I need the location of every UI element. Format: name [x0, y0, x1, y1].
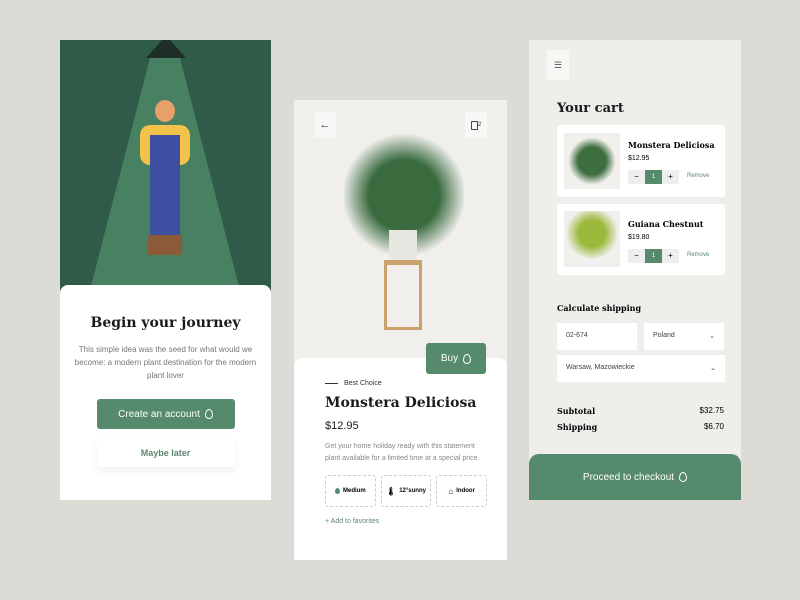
buy-label: Buy	[440, 353, 459, 364]
item-name: Guiana Chestnut	[628, 219, 704, 229]
person-figure	[140, 100, 190, 260]
item-image	[564, 133, 620, 189]
onboarding-screen: Begin your journey This simple idea was …	[60, 40, 271, 500]
water-drop-icon	[335, 488, 340, 494]
item-name: Monstera Deliciosa	[628, 140, 715, 150]
shipping-label: Shipping	[557, 422, 598, 432]
feature-light: Medium	[325, 475, 376, 507]
cart-screen: ☰ Your cart Monstera Deliciosa $12.95 − …	[529, 40, 741, 500]
buy-button[interactable]: Buy	[426, 343, 486, 374]
checkout-button[interactable]: Proceed to checkout	[529, 454, 741, 500]
back-button[interactable]: ←	[314, 112, 336, 138]
cart-item: Guiana Chestnut $19.80 − 1 + Remove	[557, 204, 725, 275]
product-tag: Best Choice	[325, 380, 487, 387]
cart-button[interactable]: 2	[465, 112, 487, 138]
chevron-down-icon: ⌄	[710, 365, 716, 372]
subtotal-label: Subtotal	[557, 406, 596, 416]
product-screen: ← 2 Best Choice Monstera Deliciosa $12.9…	[294, 100, 507, 560]
feature-temperature: 🌡 12°sunny	[380, 475, 432, 507]
postcode-input[interactable]: 02-674	[557, 323, 637, 350]
quantity-stepper: − 1 +	[628, 170, 679, 184]
menu-button[interactable]: ☰	[547, 50, 569, 80]
quantity-value[interactable]: 1	[645, 249, 662, 263]
lamp-icon	[146, 40, 186, 58]
shipping-value: $6.70	[703, 422, 724, 431]
quantity-value[interactable]: 1	[645, 170, 662, 184]
create-account-label: Create an account	[118, 408, 200, 420]
checkout-label: Proceed to checkout	[582, 471, 675, 483]
chevron-down-icon: ⌄	[709, 333, 715, 340]
decrease-button[interactable]: −	[628, 170, 645, 184]
product-card: Best Choice Monstera Deliciosa $12.95 Ge…	[294, 358, 507, 560]
increase-button[interactable]: +	[662, 249, 679, 263]
maybe-later-button[interactable]: Maybe later	[96, 439, 235, 467]
feature-location: ⌂ Indoor	[436, 475, 488, 507]
house-icon: ⌂	[448, 486, 454, 496]
onboarding-title: Begin your journey	[90, 315, 241, 331]
cart-count: 2	[477, 122, 482, 128]
subtotal-value: $32.75	[699, 406, 724, 415]
plant-image	[344, 130, 464, 330]
decrease-button[interactable]: −	[628, 249, 645, 263]
leaf-icon	[463, 353, 472, 364]
menu-icon: ☰	[553, 59, 563, 70]
product-name: Monstera Deliciosa	[325, 395, 477, 411]
remove-link[interactable]: Remove	[687, 173, 709, 179]
remove-link[interactable]: Remove	[687, 252, 709, 258]
onboarding-card: Begin your journey This simple idea was …	[60, 285, 271, 500]
cart-title: Your cart	[557, 101, 624, 116]
create-account-button[interactable]: Create an account	[96, 399, 235, 429]
item-image	[564, 211, 620, 267]
item-price: $12.95	[628, 155, 650, 162]
leaf-icon	[204, 409, 213, 419]
shipping-title: Calculate shipping	[557, 303, 642, 313]
illustration	[60, 40, 271, 290]
city-select[interactable]: Warsaw, Mazowieckie ⌄	[557, 355, 725, 382]
product-price: $12.95	[325, 420, 359, 432]
increase-button[interactable]: +	[662, 170, 679, 184]
country-value: Poland	[653, 332, 675, 339]
item-price: $19.80	[628, 234, 650, 241]
city-value: Warsaw, Mazowieckie	[566, 364, 635, 371]
product-description: Get your home holiday ready with this st…	[325, 443, 480, 462]
onboarding-description: This simple idea was the seed for what w…	[74, 345, 257, 380]
country-select[interactable]: Poland ⌄	[644, 323, 724, 350]
add-to-favorites-link[interactable]: + Add to favorites	[325, 518, 487, 525]
quantity-stepper: − 1 +	[628, 249, 679, 263]
feature-list: Medium 🌡 12°sunny ⌂ Indoor	[325, 475, 488, 507]
arrow-left-icon: ←	[319, 119, 331, 131]
thermometer-icon: 🌡	[386, 486, 397, 496]
shopping-bag-icon	[470, 120, 478, 130]
cart-item: Monstera Deliciosa $12.95 − 1 + Remove	[557, 125, 725, 197]
leaf-icon	[679, 472, 688, 482]
